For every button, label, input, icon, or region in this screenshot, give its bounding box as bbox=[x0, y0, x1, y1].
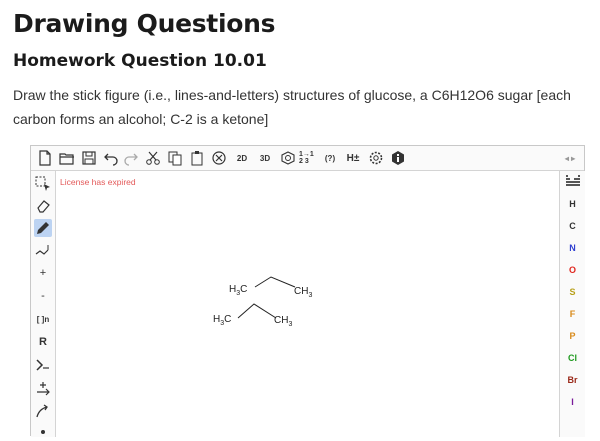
charge-minus-icon[interactable]: - bbox=[34, 287, 52, 305]
undo-icon[interactable] bbox=[102, 149, 120, 167]
atom-s-button[interactable]: S bbox=[560, 287, 585, 297]
save-icon[interactable] bbox=[80, 149, 98, 167]
info-icon[interactable] bbox=[389, 149, 407, 167]
reaction-mapping-icon[interactable] bbox=[34, 402, 52, 420]
molecule2-right-group: CH3 bbox=[274, 315, 293, 328]
atom-palette: H C N O S F P Cl Br I bbox=[559, 171, 585, 437]
pencil-icon[interactable] bbox=[34, 219, 52, 237]
clean-2d-icon[interactable]: 2D bbox=[233, 149, 251, 167]
sgroup-icon[interactable]: [ ]n bbox=[34, 310, 52, 328]
r-group-icon[interactable]: R bbox=[34, 333, 52, 351]
structure-editor: 2D 3D 1→1 2 3 (?) H± ◂ ▸ + - [ ]n R Lice… bbox=[30, 145, 585, 437]
copy-icon[interactable] bbox=[166, 149, 184, 167]
atom-i-button[interactable]: I bbox=[560, 397, 585, 407]
open-file-icon[interactable] bbox=[58, 149, 76, 167]
atom-br-button[interactable]: Br bbox=[560, 375, 585, 385]
drawing-canvas[interactable]: License has expired H3C CH3 H3C CH3 bbox=[56, 171, 558, 437]
atom-c-button[interactable]: C bbox=[560, 221, 585, 231]
reaction-plus-icon[interactable] bbox=[34, 379, 52, 397]
atom-dot-icon[interactable] bbox=[34, 423, 52, 441]
periodic-table-icon[interactable] bbox=[560, 175, 585, 189]
editor-toolbar: 2D 3D 1→1 2 3 (?) H± ◂ ▸ bbox=[31, 146, 584, 171]
page-title: Drawing Questions bbox=[13, 9, 276, 38]
question-title: Homework Question 10.01 bbox=[13, 51, 267, 71]
atom-o-button[interactable]: O bbox=[560, 265, 585, 275]
toolbar-scroll-arrows[interactable]: ◂ ▸ bbox=[561, 149, 579, 167]
atom-f-button[interactable]: F bbox=[560, 309, 585, 319]
charge-plus-icon[interactable]: + bbox=[34, 264, 52, 282]
atom-n-button[interactable]: N bbox=[560, 243, 585, 253]
molecule2-left-group: H3C bbox=[213, 314, 232, 327]
reaction-arrow-icon[interactable] bbox=[34, 356, 52, 374]
left-toolbar: + - [ ]n R bbox=[31, 171, 56, 437]
paste-icon[interactable] bbox=[188, 149, 206, 167]
settings-gear-icon[interactable] bbox=[367, 149, 385, 167]
question-text: Draw the stick figure (i.e., lines-and-l… bbox=[13, 87, 571, 127]
cut-icon[interactable] bbox=[144, 149, 162, 167]
calculate-icon[interactable]: 1→1 2 3 bbox=[299, 149, 317, 167]
atom-h-button[interactable]: H bbox=[560, 199, 585, 209]
abbreviation-icon[interactable]: (?) bbox=[321, 149, 339, 167]
redo-icon[interactable] bbox=[122, 149, 140, 167]
atom-cl-button[interactable]: Cl bbox=[560, 353, 585, 363]
eraser-icon[interactable] bbox=[34, 197, 52, 215]
explicit-hydrogens-icon[interactable]: H± bbox=[344, 149, 362, 167]
molecule1-left-group: H3C bbox=[229, 284, 248, 297]
select-icon[interactable] bbox=[34, 175, 52, 193]
new-file-icon[interactable] bbox=[36, 149, 54, 167]
clear-icon[interactable] bbox=[210, 149, 228, 167]
molecule1-right-group: CH3 bbox=[294, 286, 313, 299]
molecule-bonds bbox=[237, 276, 296, 319]
clean-3d-icon[interactable]: 3D bbox=[256, 149, 274, 167]
aromatize-icon[interactable] bbox=[279, 149, 297, 167]
chain-icon[interactable] bbox=[34, 241, 52, 259]
atom-p-button[interactable]: P bbox=[560, 331, 585, 341]
